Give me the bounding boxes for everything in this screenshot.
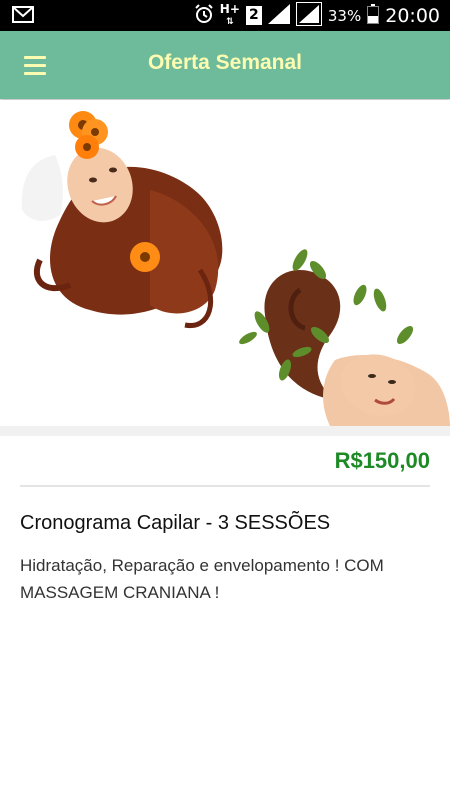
- offer-description: Hidratação, Reparação e envelopamento ! …: [20, 556, 384, 602]
- clock: 20:00: [385, 4, 440, 27]
- woman-with-flowers-illustration: [21, 111, 223, 328]
- status-bar: H+ ⇅ 2 33% 20:00: [0, 0, 450, 31]
- gmail-notification-icon: [12, 6, 34, 28]
- sim-slot-badge: 2: [245, 6, 262, 25]
- network-type-label: H+: [219, 1, 240, 16]
- offer-title: Cronograma Capilar - 3 SESSÕES: [20, 512, 331, 534]
- page-title: Oferta Semanal: [147, 51, 303, 74]
- offer-image: [0, 100, 450, 426]
- divider: [20, 485, 430, 487]
- app-bar: Oferta Semanal: [0, 31, 450, 99]
- battery-percent: 33%: [327, 6, 362, 25]
- woman-with-leaves-illustration: [239, 249, 450, 426]
- offer-price: R$150,00: [334, 448, 430, 473]
- battery-icon: [367, 3, 380, 28]
- signal-strength-icon-2: [295, 1, 322, 30]
- network-type-indicator: H+ ⇅: [219, 1, 240, 27]
- image-separator: [0, 426, 450, 436]
- signal-strength-icon-1: [267, 3, 290, 28]
- alarm-icon: [194, 3, 214, 28]
